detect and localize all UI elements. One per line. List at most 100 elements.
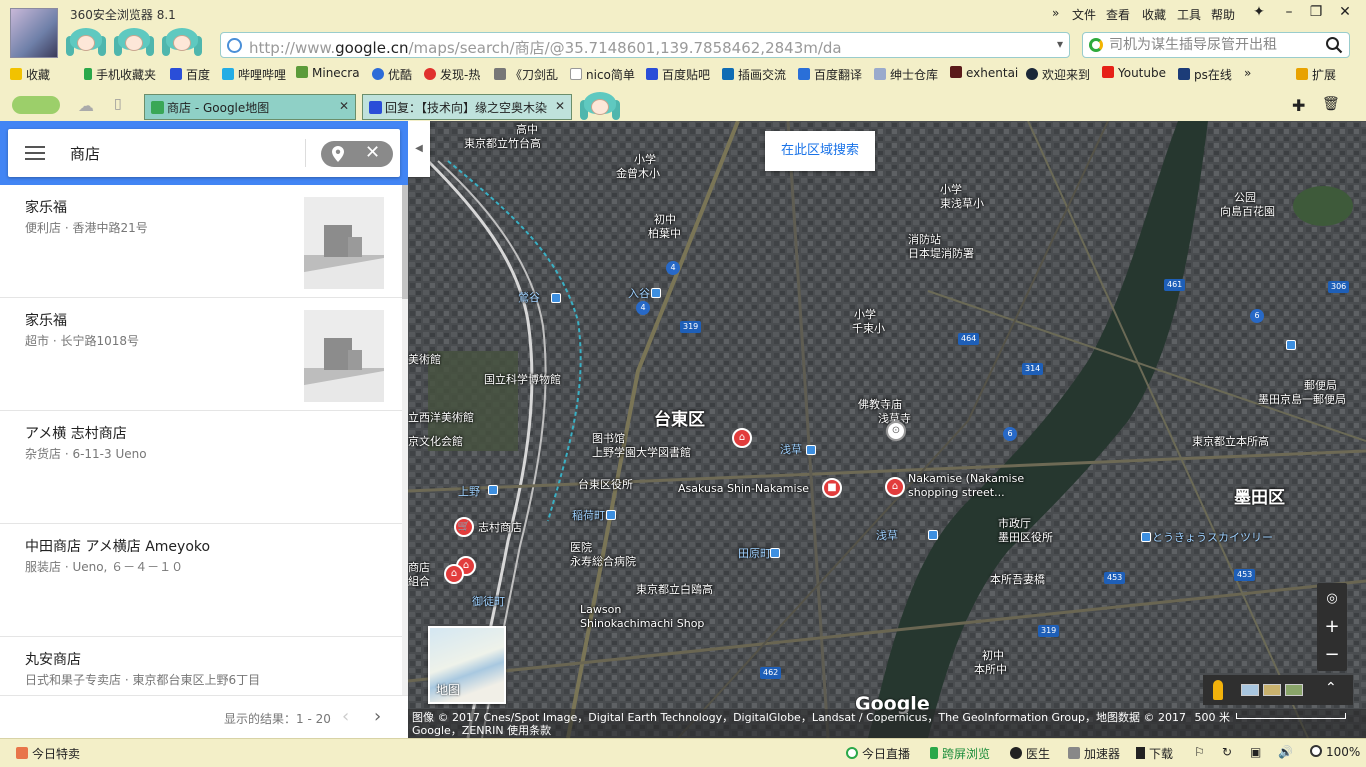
more-menu-icon[interactable]: »	[1052, 6, 1059, 20]
bookmark-fanyi[interactable]: 百度翻译	[798, 66, 862, 83]
imagery-thumb[interactable]	[1241, 684, 1259, 696]
zoom-out-button[interactable]: −	[1317, 641, 1347, 669]
shop-pin[interactable]: ⌂	[885, 477, 905, 497]
tab-google-maps[interactable]: 商店 - Google地图 ✕	[144, 94, 356, 120]
menu-tools[interactable]: 工具	[1177, 6, 1201, 23]
shop-pin[interactable]: ■	[822, 478, 842, 498]
bookmark-mobile[interactable]: 手机收藏夹	[84, 66, 156, 83]
zoom-in-button[interactable]: +	[1317, 613, 1347, 641]
live-button[interactable]: 今日直播	[846, 745, 910, 762]
shop-pin[interactable]: 🛒	[454, 517, 474, 537]
bookmark-favorites[interactable]: 收藏	[10, 66, 50, 83]
zoom-level[interactable]: 100%	[1310, 745, 1360, 759]
maximize-button[interactable]: ❐	[1305, 4, 1327, 24]
station-label: 入谷	[628, 287, 650, 300]
menu-favorites[interactable]: 收藏	[1142, 6, 1166, 23]
station-icon	[1286, 340, 1296, 350]
bookmark-youku[interactable]: 优酷	[372, 66, 412, 83]
bookmark-youtube[interactable]: Youtube	[1102, 66, 1166, 80]
area-label-taito: 台東区	[654, 410, 705, 430]
hamburger-menu-icon[interactable]	[25, 146, 45, 160]
imagery-thumb[interactable]	[1263, 684, 1281, 696]
new-tab-plus-icon[interactable]: ✚	[1292, 96, 1305, 115]
bookmark-steam[interactable]: 欢迎来到	[1026, 66, 1090, 83]
cloud-icon[interactable]: ☁	[78, 96, 94, 115]
chevron-up-icon[interactable]: ⌃	[1325, 680, 1337, 696]
search-box[interactable]	[1082, 32, 1350, 58]
tab-forum-reply[interactable]: 回复：【技术向】缘之空奥木染 ✕	[362, 94, 572, 120]
my-location-icon[interactable]: ◎	[1317, 585, 1347, 613]
map-canvas[interactable]: ◀ 在此区域搜索 台東区 墨田区 高中 東京都立竹台高 小学 金曾木小 初中 柏…	[408, 121, 1366, 738]
collapse-panel-button[interactable]: ◀	[408, 121, 430, 177]
search-engine-icon[interactable]	[1089, 38, 1103, 52]
bookmark-exhentai[interactable]: exhentai	[950, 66, 1018, 80]
clear-search-icon[interactable]: ✕	[365, 142, 380, 163]
search-this-area-button[interactable]: 在此区域搜索	[765, 131, 875, 171]
poi-label-shin-nakamise: Asakusa Shin-Nakamise	[678, 482, 810, 495]
search-icon[interactable]	[1325, 36, 1343, 54]
close-tab-icon[interactable]: ✕	[339, 99, 349, 113]
bookmark-minecraft[interactable]: Minecra	[296, 66, 360, 80]
bookmark-ps[interactable]: ps在线	[1178, 66, 1232, 83]
flag-icon[interactable]: ⚐	[1194, 745, 1205, 759]
bookmark-touken[interactable]: 《刀剑乱	[494, 66, 558, 83]
shop-pin[interactable]: ⌂	[444, 564, 464, 584]
result-detail: 便利店 · 香港中路21号	[25, 221, 148, 235]
maps-search-box[interactable]: ✕	[8, 129, 400, 177]
imagery-thumb[interactable]	[1285, 684, 1303, 696]
result-item[interactable]: 中田商店 アメ横店 Ameyoko 服装店 · Ueno, ６－４－１０	[0, 524, 402, 637]
location-pin-icon[interactable]	[332, 146, 344, 162]
accelerator-button[interactable]: 加速器	[1068, 745, 1120, 762]
address-url[interactable]: http://www.google.cn/maps/search/商店/@35.…	[249, 37, 842, 58]
layer-switcher-minimap[interactable]: 地图	[428, 626, 506, 704]
extensions-button[interactable]: 扩展	[1296, 66, 1336, 83]
doctor-button[interactable]: 医生	[1010, 745, 1050, 762]
rocket-icon	[1068, 747, 1080, 759]
cross-screen-button[interactable]: 跨屏浏览	[930, 745, 990, 762]
menu-file[interactable]: 文件	[1072, 6, 1096, 23]
bookmark-baidu[interactable]: 百度	[170, 66, 210, 83]
phone-icon[interactable]: ▯	[114, 96, 122, 112]
next-page-icon[interactable]: ›	[374, 706, 381, 727]
prev-page-icon[interactable]: ‹	[342, 706, 349, 727]
result-item[interactable]: 家乐福 超市 · 长宁路1018号	[0, 298, 402, 411]
menu-help[interactable]: 帮助	[1211, 6, 1235, 23]
skin-icon[interactable]: ✦	[1248, 4, 1270, 24]
today-deals-button[interactable]: 今日特卖	[16, 745, 80, 762]
trash-icon[interactable]: 🗑	[1322, 96, 1340, 112]
download-button[interactable]: 下载	[1136, 745, 1173, 762]
chevron-down-icon[interactable]: ▾	[1057, 37, 1063, 51]
close-button[interactable]: ✕	[1334, 4, 1356, 24]
bookmark-nico[interactable]: nico简单	[570, 66, 635, 83]
pegman-icon[interactable]	[1213, 680, 1223, 700]
refresh-icon[interactable]: ↻	[1222, 745, 1232, 759]
result-item[interactable]: 家乐福 便利店 · 香港中路21号	[0, 185, 402, 298]
bookmark-warehouse[interactable]: 绅士仓库	[874, 66, 938, 83]
address-bar[interactable]: http://www.google.cn/maps/search/商店/@35.…	[220, 32, 1070, 58]
bookmark-pixiv[interactable]: 插画交流	[722, 66, 786, 83]
screenshot-icon[interactable]: ▣	[1250, 745, 1261, 759]
bookmark-tieba[interactable]: 百度贴吧	[646, 66, 710, 83]
search-input[interactable]	[1109, 36, 1319, 54]
minimize-button[interactable]: –	[1278, 4, 1300, 24]
result-item[interactable]: 丸安商店 日式和果子专卖店 · 東京都台東区上野6丁目	[0, 637, 402, 695]
station-label: 御徒町	[472, 595, 505, 608]
gift-icon	[16, 747, 28, 759]
results-scrollbar[interactable]	[402, 185, 408, 695]
play-icon	[846, 747, 858, 759]
highway-shield: 453	[1234, 569, 1256, 581]
volume-icon[interactable]: 🔊	[1278, 745, 1293, 759]
close-tab-icon[interactable]: ✕	[555, 99, 565, 113]
new-tab-mascot-icon[interactable]	[580, 90, 620, 122]
poi-label: 墨田京島一郵便局	[1258, 393, 1346, 406]
shop-pin[interactable]: ⌂	[732, 428, 752, 448]
bookmark-bilibili[interactable]: 哔哩哔哩	[222, 66, 286, 83]
maps-query-input[interactable]	[70, 141, 300, 165]
scrollbar-thumb[interactable]	[402, 185, 408, 299]
result-item[interactable]: アメ横 志村商店 杂货店 · 6-11-3 Ueno	[0, 411, 402, 524]
more-bookmarks-icon[interactable]: »	[1244, 66, 1251, 80]
temple-pin[interactable]: ⊙	[886, 421, 906, 441]
bookmark-weibo[interactable]: 发现-热	[424, 66, 480, 83]
menu-view[interactable]: 查看	[1106, 6, 1130, 23]
turtle-icon[interactable]	[12, 96, 64, 116]
